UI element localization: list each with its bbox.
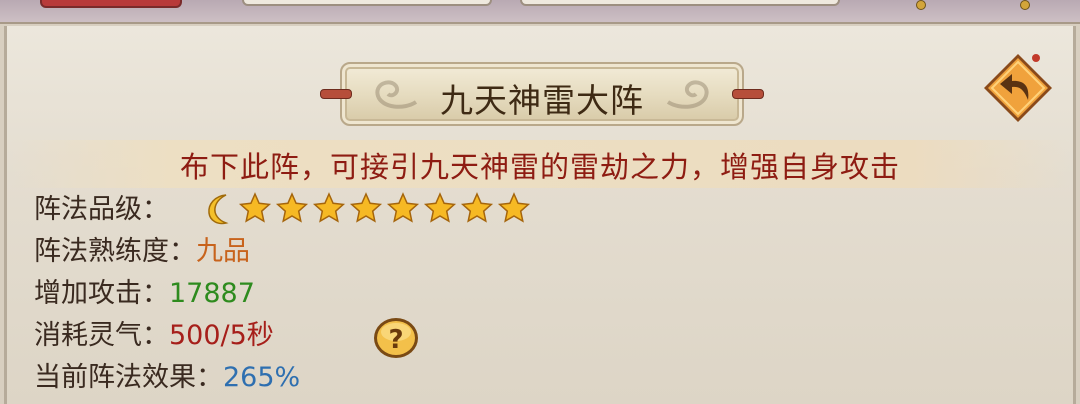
star-icon [349,192,383,223]
star-icon [460,192,494,223]
top-tab-active[interactable] [40,0,182,8]
attack-value: 17887 [169,278,255,309]
star-icon [312,192,346,223]
grade-row: 阵法品级： [34,192,169,228]
question-mark-icon[interactable]: ? [372,316,420,360]
star-icon [275,192,309,223]
grade-label: 阵法品级： [34,194,169,225]
star-rating [238,192,531,223]
cost-row: 消耗灵气：500/5秒 [34,318,274,354]
proficiency-value: 九品 [196,236,250,267]
star-icon [497,192,531,223]
star-icon [423,192,457,223]
effect-value: 265% [223,362,301,393]
rivet-icon [916,0,926,10]
attack-label: 增加攻击： [34,278,169,309]
crescent-moon-icon [208,194,229,225]
effect-label: 当前阵法效果： [34,362,223,393]
svg-text:?: ? [388,325,403,355]
cost-value: 500/5秒 [169,320,274,351]
top-tab-strip [0,0,1080,24]
top-tab[interactable] [242,0,492,6]
star-icon [386,192,420,223]
cost-label: 消耗灵气： [34,320,169,351]
grade-rating [204,192,534,226]
back-arrow-icon[interactable] [978,48,1058,128]
formation-title: 九天神雷大阵 [440,81,644,120]
rivet-icon [1020,0,1030,10]
proficiency-row: 阵法熟练度：九品 [34,234,250,270]
proficiency-label: 阵法熟练度： [34,236,196,267]
formation-description: 布下此阵，可接引九天神雷的雷劫之力，增强自身攻击 [179,150,900,184]
star-icon [238,192,272,223]
effect-row: 当前阵法效果：265% [34,360,300,396]
top-tab[interactable] [520,0,840,6]
title-scroll: 九天神雷大阵 [320,62,764,126]
attack-row: 增加攻击：17887 [34,276,255,312]
